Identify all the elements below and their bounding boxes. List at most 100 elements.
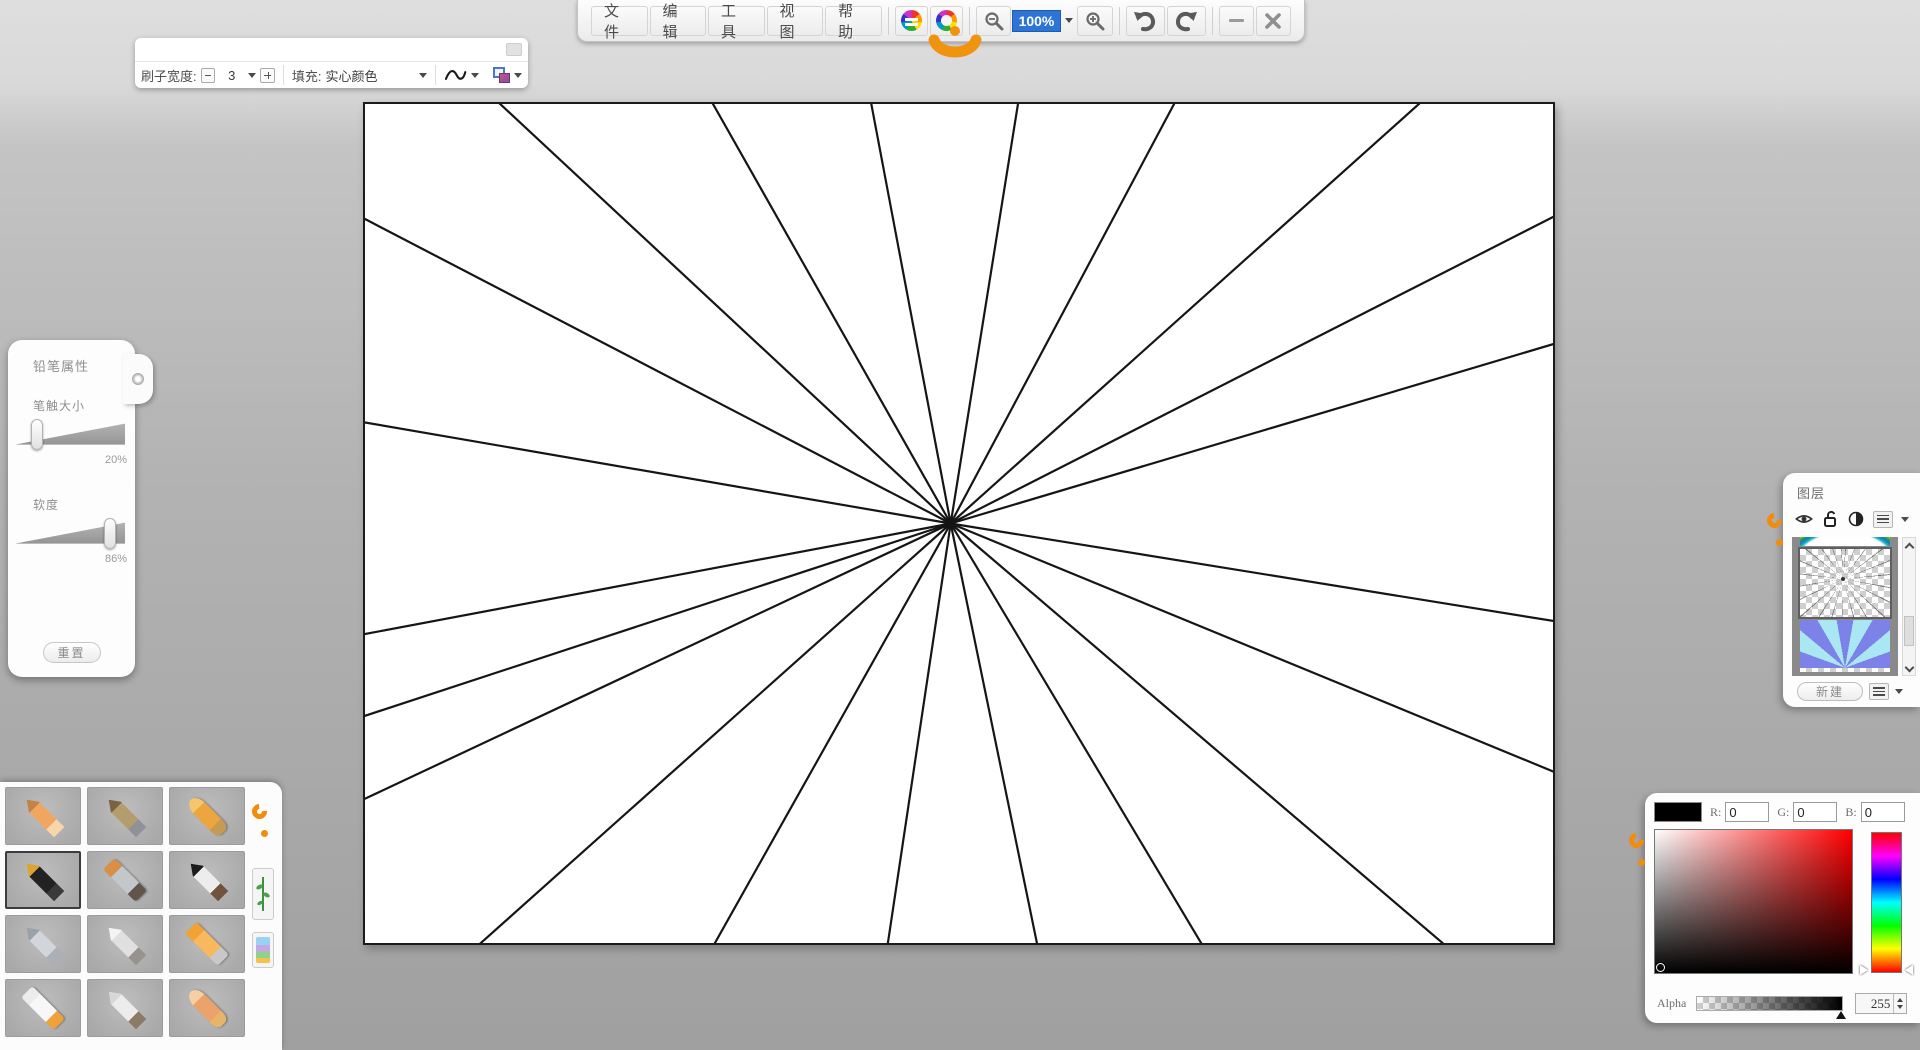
stroke-size-slider[interactable] <box>15 419 125 450</box>
menu-item-tools[interactable]: 工具 <box>708 3 765 41</box>
tool-crayon[interactable] <box>169 787 245 845</box>
tool-paint-tube[interactable] <box>5 979 81 1037</box>
alpha-marker[interactable] <box>1836 1011 1847 1019</box>
toolbar-divider <box>887 6 889 35</box>
minimize-button[interactable] <box>1218 5 1254 36</box>
scroll-up-icon[interactable] <box>1904 542 1915 553</box>
fill-type-dropdown[interactable]: 实心颜色 <box>326 66 415 85</box>
tool-charcoal-stick[interactable] <box>87 787 163 845</box>
tool-paint-roller[interactable] <box>169 915 245 973</box>
blue-field[interactable] <box>1860 802 1905 822</box>
hue-marker-right[interactable] <box>1905 965 1913 975</box>
brush-options-row: 刷子宽度: 3 填充: 实心颜色 <box>135 61 528 88</box>
current-color-swatch <box>1654 802 1702 822</box>
zoom-dropdown[interactable] <box>1061 6 1077 36</box>
alpha-spinner[interactable]: 255 <box>1855 993 1908 1014</box>
layer-thumbnail-rainbow[interactable] <box>1800 537 1890 546</box>
zoom-in-button[interactable] <box>1077 5 1113 36</box>
menu-item-view[interactable]: 视图 <box>766 3 824 41</box>
layers-panel-handle[interactable] <box>1763 509 1789 549</box>
spinner-arrows[interactable] <box>1893 994 1906 1013</box>
layer-menu-button[interactable] <box>1873 510 1893 528</box>
nature-tools-tab[interactable] <box>252 868 274 920</box>
layers-panel-title: 图层 <box>1797 486 1826 501</box>
airbrush-icon <box>21 922 65 966</box>
color-panel-handle[interactable] <box>1625 829 1651 869</box>
stroke-style-dropdown-icon[interactable] <box>470 72 479 78</box>
pencil-panel-handle[interactable] <box>123 354 153 404</box>
layer-list-scrollbar[interactable] <box>1902 537 1916 676</box>
layer-thumbnail-sketch[interactable] <box>1798 547 1892 619</box>
zoom-level[interactable]: 100% <box>1012 9 1061 32</box>
hue-marker-left[interactable] <box>1860 965 1868 975</box>
tool-ink-brush[interactable] <box>169 851 245 909</box>
hue-slider[interactable] <box>1871 832 1902 973</box>
menu-item-help[interactable]: 帮助 <box>825 3 882 41</box>
scroll-down-icon[interactable] <box>1904 662 1915 673</box>
spatula-icon <box>103 986 147 1030</box>
layer-lock-button[interactable] <box>1821 510 1839 528</box>
fill-dropdown-icon[interactable] <box>418 72 427 78</box>
reset-button[interactable]: 重置 <box>42 642 101 663</box>
brush-width-increase-button[interactable] <box>260 67 275 83</box>
redo-button[interactable] <box>1166 5 1206 36</box>
brush-width-value: 3 <box>228 67 236 83</box>
tool-fountain-pen[interactable] <box>5 851 81 909</box>
stroke-style-icon[interactable] <box>444 67 467 83</box>
spin-down-icon[interactable] <box>1897 1005 1904 1009</box>
alpha-slider[interactable] <box>1696 996 1847 1019</box>
toolbar-divider <box>1118 6 1120 35</box>
rainbow-chip-icon <box>256 937 270 963</box>
layer-options-button[interactable] <box>1869 683 1889 700</box>
tool-grid <box>5 787 247 1037</box>
menu-item-file[interactable]: 文件 <box>591 3 648 41</box>
layer-options-dropdown-icon[interactable] <box>1895 689 1903 694</box>
brush-width-decrease-button[interactable] <box>200 67 216 83</box>
blue-label: B: <box>1845 804 1857 819</box>
undo-button[interactable] <box>1125 5 1165 36</box>
blue-rays-preview <box>1800 620 1890 672</box>
app-window: 文件 编辑 工具 视图 帮助 100% 刷子宽度: 3 填充: 实心颜色 铅笔属… <box>0 0 1920 1050</box>
layer-thumbnail-blue-rays[interactable] <box>1800 620 1890 672</box>
layer-visibility-button[interactable] <box>1795 510 1813 528</box>
green-label: G: <box>1777 804 1790 819</box>
toolbar-collapse-button[interactable] <box>506 43 522 56</box>
red-field[interactable] <box>1725 802 1770 822</box>
handle-curl-icon <box>1763 509 1786 532</box>
layer-opacity-button[interactable] <box>1847 510 1865 528</box>
color-style-dropdown-icon[interactable] <box>514 72 522 78</box>
scrollbar-thumb[interactable] <box>1904 616 1914 646</box>
layer-menu-dropdown-icon[interactable] <box>1901 516 1909 522</box>
sv-selection-indicator[interactable] <box>1656 963 1665 972</box>
softness-slider-thumb[interactable] <box>103 518 116 549</box>
softness-slider[interactable] <box>15 518 125 549</box>
tool-pencil[interactable] <box>5 787 81 845</box>
divider <box>282 65 284 85</box>
menu-item-edit[interactable]: 编辑 <box>649 3 707 41</box>
drawing-canvas[interactable] <box>363 102 1555 945</box>
brush-options-toolbar: 刷子宽度: 3 填充: 实心颜色 <box>135 38 528 88</box>
stroke-size-slider-thumb[interactable] <box>31 419 43 450</box>
softness-value: 86% <box>104 553 127 565</box>
tool-airbrush[interactable] <box>5 915 81 973</box>
fountain-pen-icon <box>21 858 65 902</box>
green-field[interactable] <box>1793 802 1838 822</box>
new-layer-button[interactable]: 新建 <box>1797 682 1863 701</box>
brush-width-dropdown-icon[interactable] <box>248 72 257 78</box>
tool-flat-brush[interactable] <box>87 851 163 909</box>
tool-palette-knife[interactable] <box>87 915 163 973</box>
paint-roller-icon <box>185 922 229 966</box>
tool-spatula[interactable] <box>87 979 163 1037</box>
saturation-value-picker[interactable] <box>1654 829 1853 974</box>
color-style-icon[interactable] <box>492 67 510 83</box>
sketch-rays-preview <box>1800 549 1890 617</box>
fun-mode-button[interactable] <box>894 5 928 36</box>
palette-drag-handle[interactable] <box>248 800 274 840</box>
sticker-tools-tab[interactable] <box>252 932 274 968</box>
toolbar-drag-handle[interactable] <box>926 24 984 60</box>
spin-up-icon[interactable] <box>1897 998 1904 1002</box>
alpha-label: Alpha <box>1657 996 1687 1010</box>
close-button[interactable] <box>1255 5 1291 36</box>
rgb-row: R: G: B: <box>1654 802 1905 822</box>
tool-eraser[interactable] <box>169 979 245 1037</box>
